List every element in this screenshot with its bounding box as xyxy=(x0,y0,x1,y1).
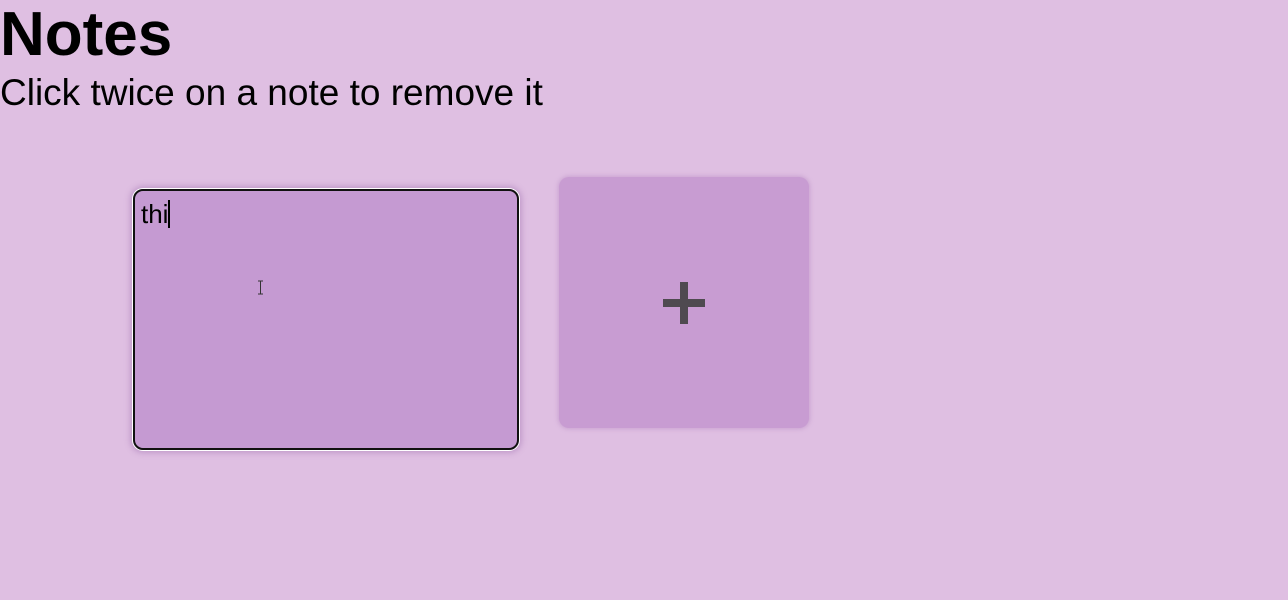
text-caret xyxy=(168,200,171,228)
note-text: thi xyxy=(141,199,169,229)
plus-icon xyxy=(663,281,705,324)
text-cursor-icon xyxy=(258,280,263,295)
page-subtitle: Click twice on a note to remove it xyxy=(0,72,543,113)
page-title: Notes xyxy=(0,0,173,69)
add-note-button[interactable] xyxy=(559,177,809,428)
note-textarea[interactable]: thi xyxy=(133,189,519,450)
